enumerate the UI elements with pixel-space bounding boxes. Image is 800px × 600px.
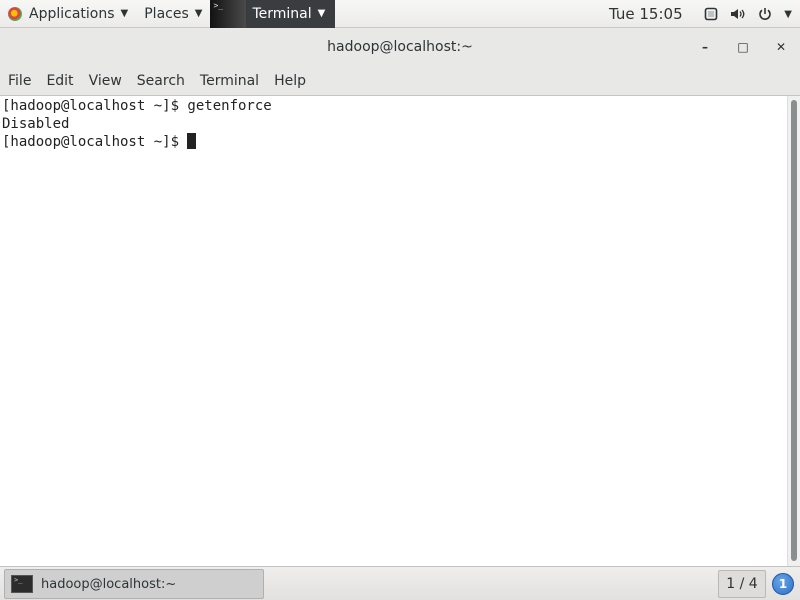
notification-badge[interactable]: 1 [772,573,794,595]
terminal-prompt: [hadoop@localhost ~]$ [2,134,188,150]
power-icon[interactable] [758,7,772,21]
text-cursor [187,133,197,149]
menu-bar: File Edit View Search Terminal Help [0,66,800,96]
chevron-down-icon: ▼ [194,8,203,19]
bottom-panel: hadoop@localhost:~ 1 / 4 1 [0,566,800,600]
window-controls: – □ ✕ [698,28,788,66]
chevron-down-icon: ▼ [317,8,326,19]
terminal-line: Disabled [2,116,70,132]
applications-menu[interactable]: Applications ▼ [0,0,136,28]
menu-view[interactable]: View [83,66,131,96]
screen-icon[interactable] [704,7,718,21]
terminal-app-label: Terminal [252,5,312,22]
clock[interactable]: Tue 15:05 [609,0,683,28]
terminal-scrollbar[interactable] [787,96,800,566]
close-button[interactable]: ✕ [774,40,788,54]
system-tray[interactable]: ▼ [704,0,792,28]
menu-edit[interactable]: Edit [40,66,82,96]
scrollbar-thumb[interactable] [791,100,797,561]
top-bar: Applications ▼ Places ▼ Terminal ▼ Tue 1… [0,0,800,28]
window-title: hadoop@localhost:~ [327,39,473,55]
menu-terminal[interactable]: Terminal [194,66,268,96]
minimize-button[interactable]: – [698,40,712,54]
workspace-indicator[interactable]: 1 / 4 [718,570,766,598]
terminal-icon [210,0,247,28]
taskbar-window-button[interactable]: hadoop@localhost:~ [4,569,264,599]
chevron-down-icon[interactable]: ▼ [784,9,792,20]
terminal-output[interactable]: [hadoop@localhost ~]$ getenforce Disable… [0,96,787,566]
terminal-line: [hadoop@localhost ~]$ getenforce [2,98,272,114]
window-titlebar[interactable]: hadoop@localhost:~ – □ ✕ [0,28,800,66]
maximize-button[interactable]: □ [736,40,750,54]
menu-file[interactable]: File [2,66,40,96]
places-menu[interactable]: Places ▼ [136,0,210,28]
volume-icon[interactable] [730,7,746,21]
terminal-icon [11,575,33,593]
terminal-app-menu[interactable]: Terminal ▼ [210,0,336,28]
menu-help[interactable]: Help [268,66,315,96]
applications-label: Applications [29,5,115,22]
gnome-foot-icon [8,6,22,21]
taskbar-window-label: hadoop@localhost:~ [41,576,177,592]
chevron-down-icon: ▼ [120,8,129,19]
terminal-prompt-line: [hadoop@localhost ~]$ [2,133,785,151]
menu-search[interactable]: Search [131,66,194,96]
places-label: Places [144,5,189,22]
